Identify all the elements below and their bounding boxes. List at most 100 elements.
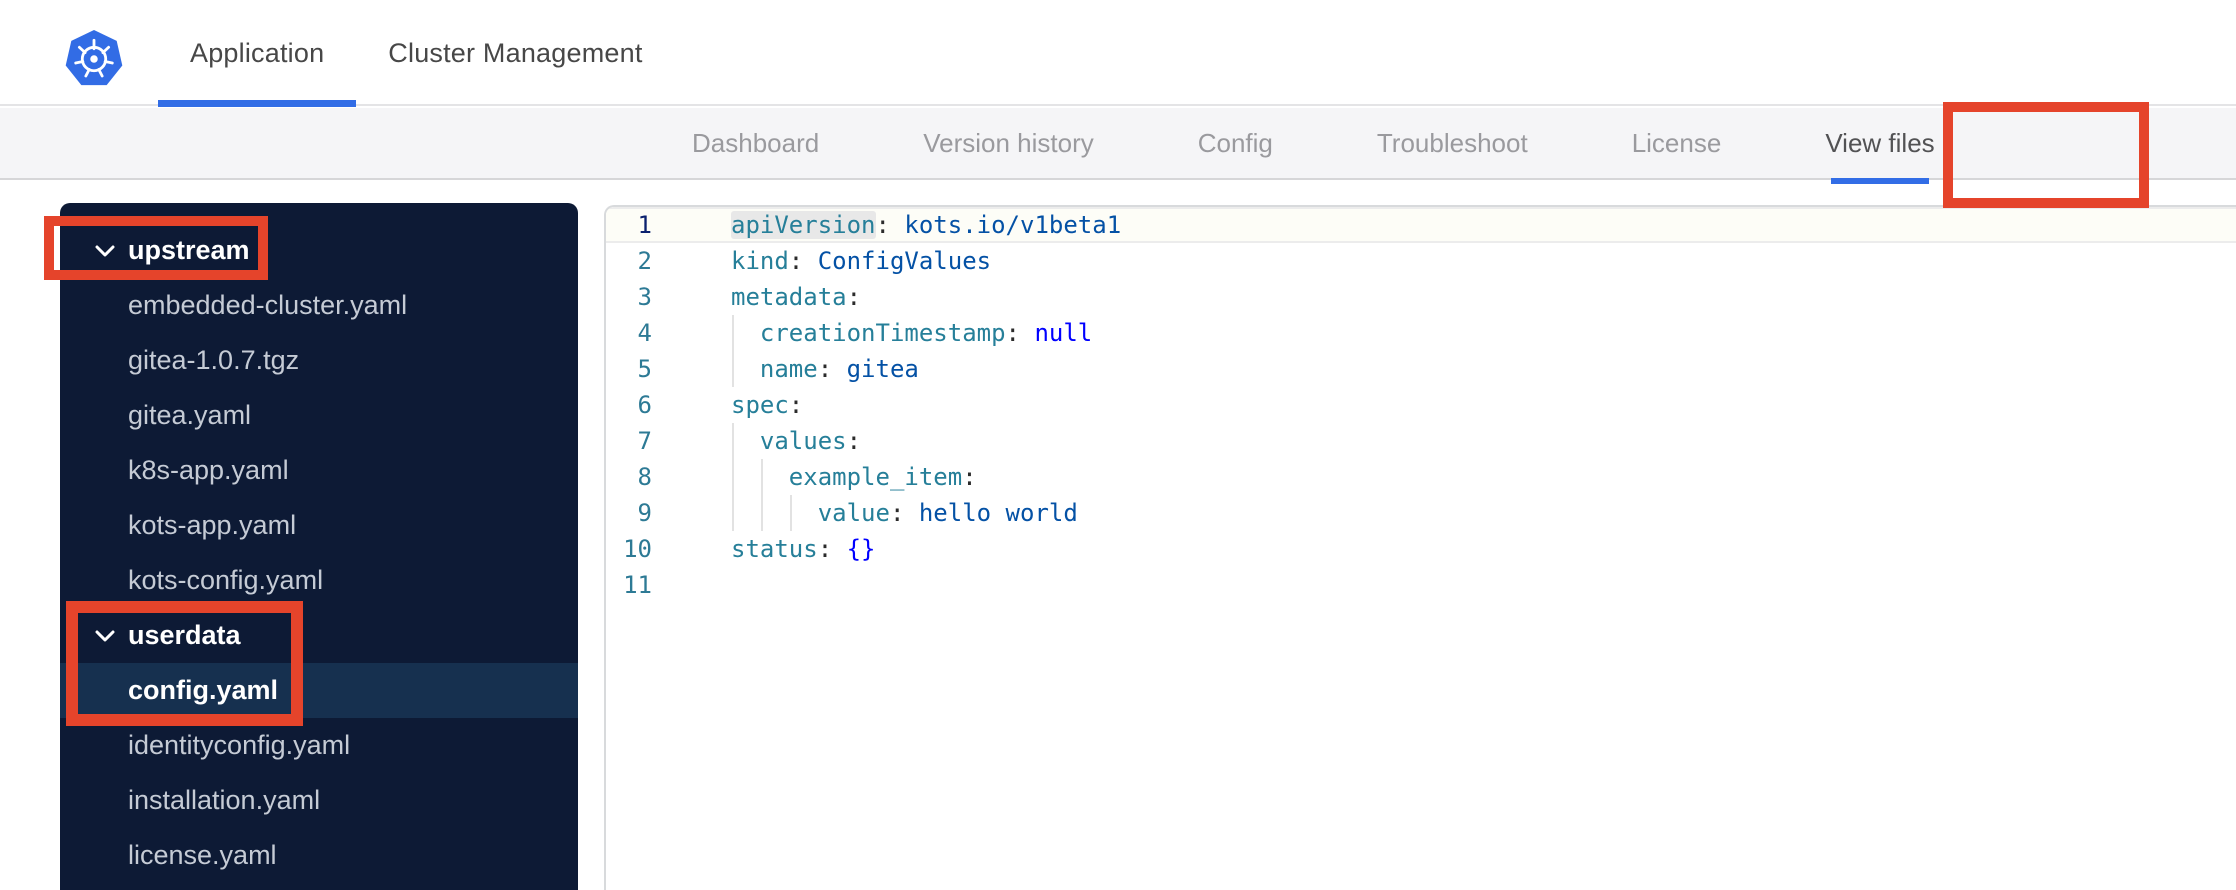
code-text: kind: ConfigValues [731,243,991,279]
token-key: status [731,535,818,563]
tree-file-gitea-yaml[interactable]: gitea.yaml [60,388,578,443]
token-punc: : [788,247,804,275]
code-line-2: 2 kind: ConfigValues [606,243,2236,279]
file-label: config.yaml [128,675,279,705]
line-number: 11 [623,571,652,599]
subnav-tab-dashboard[interactable]: Dashboard [692,107,819,179]
header-tab-application[interactable]: Application [158,0,357,107]
token-key: creationTimestamp [759,319,1006,347]
code-text: values: [731,423,861,459]
tree-file-config-yaml[interactable]: config.yaml [60,663,578,718]
code-line-5: 5 name: gitea [606,351,2236,387]
indent-spaces [731,463,789,491]
line-number: 10 [623,535,652,563]
code-text: apiVersion: kots.io/v1beta1 [731,207,1121,243]
code-text: spec: [731,387,803,423]
app-subnav: Dashboard Version history Config Troublesho… [0,107,2236,184]
file-label: k8s-app.yaml [128,455,289,485]
token-punc: : [1005,319,1020,347]
code-text: value: hello world [731,495,1078,531]
token-punc: : [889,499,905,527]
token-kw: {} [846,535,876,563]
header-tabs: Application Cluster Management [158,0,675,107]
tree-file-k8s-app-yaml[interactable]: k8s-app.yaml [60,443,578,498]
folder-label: upstream [128,235,250,265]
token-key: spec [731,391,789,419]
code-line-1: 1 apiVersion: kots.io/v1beta1 [606,207,2236,243]
indent-guide [732,351,734,387]
folder-label: userdata [128,620,241,650]
token-str: gitea [846,355,919,383]
token-punc: : [788,391,804,419]
token-punc: : [962,463,977,491]
indent-guide [732,315,734,351]
token-punc: : [875,211,890,239]
line-number: 9 [637,499,652,527]
tree-file-gitea-1-0-7-tgz[interactable]: gitea-1.0.7.tgz [60,333,578,388]
code-text: creationTimestamp: null [731,315,1092,351]
file-label: gitea.yaml [128,400,252,430]
code-line-8: 8 example_item: [606,459,2236,495]
subnav-tab-version-history[interactable]: Version history [923,107,1094,179]
indent-spaces [731,355,760,383]
token-key: name [759,355,818,383]
tree-folder-upstream[interactable]: upstream [60,223,578,278]
token-punc: : [817,535,833,563]
line-number: 3 [637,283,652,311]
token-punc: : [846,427,862,455]
tree-file-kots-config-yaml[interactable]: kots-config.yaml [60,553,578,608]
token-punc: : [817,355,833,383]
code-line-3: 3 metadata: [606,279,2236,315]
token-str: kots.io/v1beta1 [904,211,1122,239]
token-str: hello world [918,499,1078,527]
file-label: gitea-1.0.7.tgz [128,345,300,375]
token-key: value [817,499,890,527]
header-tab-cluster-management[interactable]: Cluster Management [356,0,674,106]
indent-spaces [731,499,818,527]
indent-guide [760,459,763,495]
tree-file-installation-yaml[interactable]: installation.yaml [60,773,578,828]
file-label: license.yaml [128,840,277,870]
subnav-tab-license[interactable]: License [1632,107,1722,179]
file-label: identityconfig.yaml [128,730,351,760]
indent-guide [732,459,734,495]
token-key: kind [731,247,789,275]
tree-file-identityconfig-yaml[interactable]: identityconfig.yaml [60,718,578,773]
indent-guide [732,423,734,459]
subnav-tab-config[interactable]: Config [1198,107,1273,179]
code-line-11: 11 [606,567,2236,603]
tree-folder-userdata[interactable]: userdata [60,608,578,663]
file-label: installation.yaml [128,785,321,815]
app-header: Application Cluster Management [0,0,2236,107]
file-label: kots-app.yaml [128,510,297,540]
indent-guide [789,495,792,531]
line-number: 4 [637,319,652,347]
code-text: name: gitea [731,351,919,387]
indent-spaces [731,427,760,455]
token-key: example_item [788,463,963,491]
token-key: apiVersion [731,211,876,239]
code-text: status: {} [731,531,876,567]
tree-file-license-yaml[interactable]: license.yaml [60,828,578,883]
token-key: metadata [731,283,847,311]
indent-guide [732,495,734,531]
tree-file-kots-app-yaml[interactable]: kots-app.yaml [60,498,578,553]
tree-file-embedded-cluster-yaml[interactable]: embedded-cluster.yaml [60,278,578,333]
line-number: 1 [637,211,652,239]
code-text: metadata: [731,279,861,315]
file-label: embedded-cluster.yaml [128,290,408,320]
chevron-down-icon [95,245,115,256]
code-line-7: 7 values: [606,423,2236,459]
subnav-tab-troubleshoot[interactable]: Troubleshoot [1377,107,1528,179]
yaml-file-viewer[interactable]: 1 apiVersion: kots.io/v1beta1 2 kind: Confi… [604,205,2236,890]
subnav-tab-view-files[interactable]: View files [1825,107,1935,184]
indent-spaces [731,319,760,347]
token-kw: null [1034,319,1093,347]
code-line-10: 10 status: {} [606,531,2236,567]
file-label: kots-config.yaml [128,565,324,595]
